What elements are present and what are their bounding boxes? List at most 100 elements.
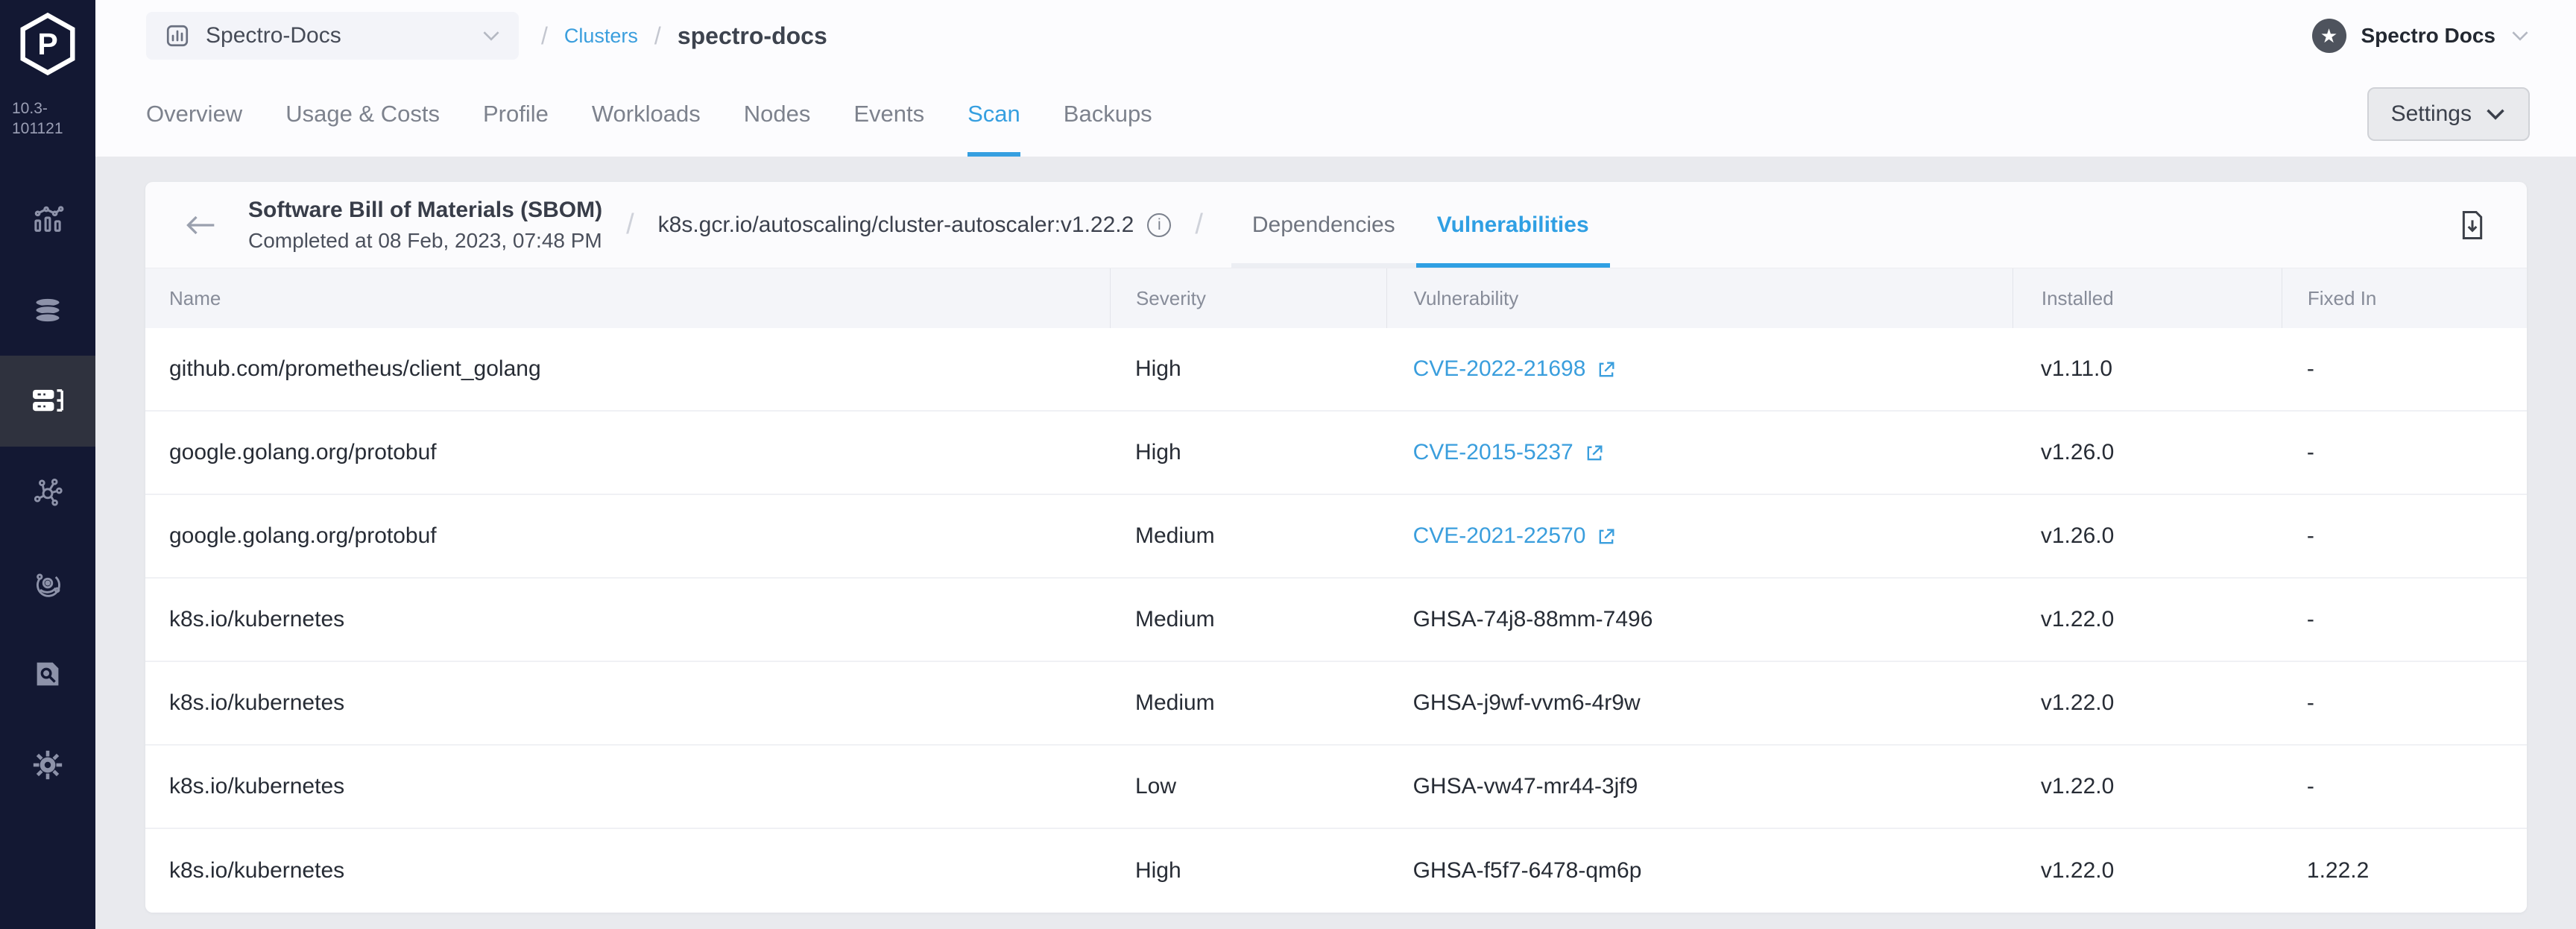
tab-dependencies[interactable]: Dependencies	[1231, 182, 1416, 268]
palette-hexagon-logo-icon: P	[20, 12, 75, 76]
back-button[interactable]	[184, 213, 217, 237]
sbom-sub-tabs: Dependencies Vulnerabilities	[1231, 182, 1610, 268]
settings-button[interactable]: Settings	[2367, 87, 2530, 141]
cve-link[interactable]: CVE-2021-22570	[1413, 523, 1617, 549]
table-row: google.golang.org/protobuf Medium CVE-20…	[145, 495, 2527, 579]
cell-severity: High	[1134, 440, 1181, 464]
sbom-header: Software Bill of Materials (SBOM) Comple…	[145, 182, 2527, 268]
cell-name: google.golang.org/protobuf	[169, 440, 437, 464]
download-file-icon	[2462, 210, 2483, 239]
sidebar-item-workspaces[interactable]	[0, 447, 95, 538]
tab-workloads[interactable]: Workloads	[592, 72, 701, 157]
clusters-servers-icon	[33, 388, 63, 412]
cell-fixed-in: -	[2306, 356, 2314, 381]
table-row: k8s.io/kubernetes Medium GHSA-74j8-88mm-…	[145, 579, 2527, 662]
chevron-down-icon	[2487, 109, 2504, 120]
topbar-row-breadcrumb: Spectro-Docs / Clusters / spectro-docs ★…	[95, 0, 2576, 72]
table-header: Name Severity Vulnerability Installed Fi…	[145, 268, 2527, 328]
cve-link[interactable]: CVE-2015-5237	[1413, 440, 1605, 465]
sidebar-nav	[0, 174, 95, 810]
cell-name: k8s.io/kubernetes	[169, 774, 345, 799]
sidebar-item-clusters[interactable]	[0, 355, 95, 447]
project-selector[interactable]: Spectro-Docs	[146, 12, 519, 60]
cell-severity: Low	[1134, 774, 1177, 799]
table-row: k8s.io/kubernetes Low GHSA-vw47-mr44-3jf…	[145, 746, 2527, 829]
cve-link[interactable]: CVE-2022-21698	[1413, 356, 1617, 382]
cluster-tabs: Overview Usage & Costs Profile Workloads…	[146, 72, 1152, 157]
tab-nodes[interactable]: Nodes	[744, 72, 811, 157]
sidebar-item-monitoring[interactable]	[0, 174, 95, 265]
tab-usage-costs[interactable]: Usage & Costs	[285, 72, 440, 157]
main-area: Spectro-Docs / Clusters / spectro-docs ★…	[95, 0, 2576, 929]
table-row: google.golang.org/protobuf High CVE-2015…	[145, 412, 2527, 495]
cell-fixed-in: -	[2306, 690, 2314, 715]
cell-severity: Medium	[1134, 607, 1215, 632]
cell-severity: High	[1134, 356, 1181, 381]
tab-profile[interactable]: Profile	[483, 72, 549, 157]
content-area: Software Bill of Materials (SBOM) Comple…	[95, 157, 2576, 929]
cell-fixed-in: -	[2306, 607, 2314, 632]
cell-severity: High	[1134, 858, 1181, 883]
cell-fixed-in: 1.22.2	[2306, 858, 2370, 883]
tab-overview[interactable]: Overview	[146, 72, 242, 157]
monitoring-chart-icon	[34, 205, 64, 232]
cell-vulnerability: CVE-2022-21698	[1386, 356, 2012, 382]
external-link-icon	[1596, 359, 1617, 380]
cell-installed: v1.22.0	[2040, 690, 2115, 715]
topbar: Spectro-Docs / Clusters / spectro-docs ★…	[95, 0, 2576, 157]
cell-fixed-in: -	[2306, 774, 2314, 799]
cell-fixed-in: -	[2306, 440, 2314, 464]
table-row: github.com/prometheus/client_golang High…	[145, 328, 2527, 412]
cell-name: k8s.io/kubernetes	[169, 607, 345, 632]
tab-vulnerabilities[interactable]: Vulnerabilities	[1415, 182, 1610, 268]
download-report-button[interactable]	[2460, 210, 2485, 240]
app-version: 10.3-101121	[12, 100, 63, 138]
tab-events[interactable]: Events	[853, 72, 924, 157]
breadcrumb-separator: /	[541, 22, 548, 49]
column-header-name: Name	[169, 286, 221, 309]
cell-vulnerability: GHSA-f5f7-6478-qm6p	[1412, 858, 1642, 883]
sbom-completed-at: Completed at 08 Feb, 2023, 07:48 PM	[248, 228, 602, 252]
cell-severity: Medium	[1134, 690, 1215, 715]
svg-text:P: P	[37, 27, 57, 61]
account-menu[interactable]: ★ Spectro Docs	[2311, 19, 2531, 53]
cell-vulnerability: GHSA-74j8-88mm-7496	[1412, 607, 1653, 632]
account-label: Spectro Docs	[2361, 24, 2496, 47]
cell-name: github.com/prometheus/client_golang	[169, 356, 541, 381]
chevron-down-icon	[2510, 30, 2530, 42]
cell-installed: v1.11.0	[2040, 356, 2113, 381]
cell-vulnerability: CVE-2015-5237	[1386, 440, 2012, 465]
scan-sbom-card: Software Bill of Materials (SBOM) Comple…	[145, 182, 2527, 913]
sidebar-item-audit[interactable]	[0, 629, 95, 719]
tab-scan[interactable]: Scan	[967, 72, 1020, 157]
cve-link-label: CVE-2015-5237	[1412, 440, 1573, 464]
settings-gear-icon	[33, 750, 63, 779]
cell-installed: v1.26.0	[2040, 523, 2115, 548]
table-row: k8s.io/kubernetes Medium GHSA-j9wf-vvm6-…	[145, 662, 2527, 746]
cell-vulnerability: GHSA-vw47-mr44-3jf9	[1412, 774, 1638, 799]
cell-name: google.golang.org/protobuf	[169, 523, 437, 548]
bar-chart-icon	[166, 25, 189, 47]
cell-vulnerability: CVE-2021-22570	[1386, 523, 2012, 549]
cve-link-label: CVE-2021-22570	[1412, 523, 1586, 548]
sidebar: P 10.3-101121	[0, 0, 95, 929]
sidebar-item-profiles[interactable]	[0, 265, 95, 356]
settings-button-label: Settings	[2390, 101, 2472, 126]
external-link-icon	[1596, 526, 1617, 547]
external-link-icon	[1584, 443, 1605, 464]
audit-search-doc-icon	[37, 662, 59, 685]
scanned-image-ref: k8s.gcr.io/autoscaling/cluster-autoscale…	[657, 212, 1134, 237]
sidebar-item-settings[interactable]	[0, 719, 95, 810]
sbom-title-block: Software Bill of Materials (SBOM) Comple…	[248, 198, 602, 253]
sidebar-item-registries[interactable]	[0, 538, 95, 629]
registries-orbit-icon	[36, 573, 60, 597]
header-separator: /	[626, 209, 634, 240]
column-header-vulnerability: Vulnerability	[1386, 268, 2012, 328]
cell-vulnerability: GHSA-j9wf-vvm6-4r9w	[1412, 690, 1641, 715]
cve-link-label: CVE-2022-21698	[1412, 356, 1586, 381]
info-icon[interactable]: i	[1147, 212, 1172, 237]
tab-backups[interactable]: Backups	[1064, 72, 1152, 157]
breadcrumb-link-clusters[interactable]: Clusters	[564, 25, 638, 48]
cell-installed: v1.22.0	[2040, 774, 2115, 799]
profiles-stack-icon	[34, 297, 61, 323]
